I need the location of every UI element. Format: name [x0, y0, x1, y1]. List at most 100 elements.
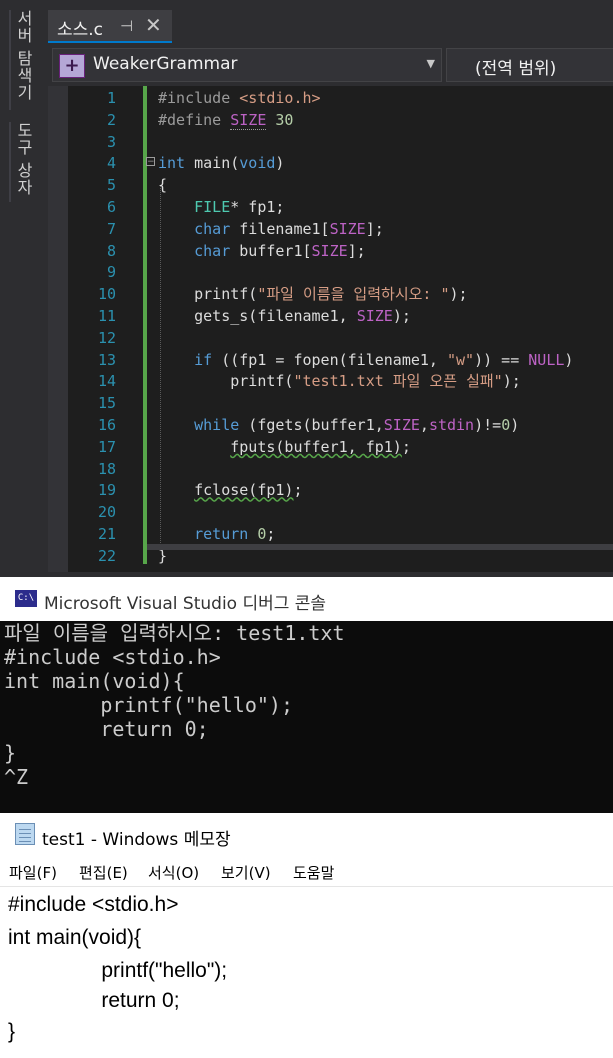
console-line: printf("hello"); [4, 693, 293, 717]
code-text: while (fgets(buffer1,SIZE,stdin)!=0) [194, 416, 520, 434]
notepad-line: } [8, 1020, 16, 1043]
code-line[interactable]: 4 int main(void) − [48, 152, 613, 174]
notepad-titlebar: test1 - Windows 메모장 [0, 813, 613, 857]
collapse-icon[interactable]: − [146, 157, 155, 167]
code-line[interactable]: 6 FILE* fp1; [48, 196, 613, 218]
code-text: FILE* fp1; [194, 198, 285, 216]
code-text: { [158, 176, 168, 195]
code-line[interactable]: 9 [48, 261, 613, 283]
code-text: if ((fp1 = fopen(filename1, "w")) == NUL… [194, 350, 574, 369]
code-text: char buffer1[SIZE]; [194, 241, 366, 260]
code-text: #include <stdio.h> [158, 89, 321, 107]
document-tab-source-c[interactable]: 소스.c ⊣ ✕ [48, 10, 172, 43]
console-output: 파일 이름을 입력하시오: test1.txt #include <stdio.… [0, 621, 613, 813]
navigation-bar: + WeakerGrammar ▼ (전역 범위) [48, 45, 613, 85]
code-line[interactable]: 7 char filename1[SIZE]; [48, 218, 613, 240]
line-number: 1 [106, 89, 116, 107]
code-text: int main(void) [158, 154, 285, 173]
line-number: 3 [106, 132, 116, 151]
code-text: #define SIZE 30 [158, 110, 294, 130]
code-line[interactable]: 3 [48, 131, 613, 153]
console-line: 파일 이름을 입력하시오: test1.txt [4, 621, 345, 645]
console-line: #include <stdio.h> [4, 645, 221, 669]
console-title: Microsoft Visual Studio 디버그 콘솔 [44, 594, 327, 614]
line-number: 12 [97, 328, 116, 347]
notepad-line: int main(void){ [8, 926, 142, 949]
chevron-down-icon: ▼ [426, 57, 435, 70]
code-line[interactable]: 11 gets_s(filename1, SIZE); [48, 305, 613, 327]
line-number: 21 [97, 525, 116, 543]
line-number: 22 [97, 546, 116, 565]
line-number: 6 [106, 198, 116, 216]
horizontal-scrollbar[interactable] [147, 544, 613, 550]
code-text: gets_s(filename1, SIZE); [158, 307, 411, 325]
code-line[interactable]: 15 [48, 392, 613, 414]
notepad-line: return 0; [8, 989, 180, 1012]
notepad-menubar: 파일(F) 편집(E) 서식(O) 보기(V) 도움말 [0, 857, 613, 887]
menu-view[interactable]: 보기(V) [221, 862, 271, 883]
code-line[interactable]: 12 [48, 327, 613, 349]
code-text: fclose(fp1); [194, 481, 303, 500]
line-number: 14 [97, 372, 116, 391]
pin-icon[interactable]: ⊣ [120, 17, 133, 35]
project-dropdown-label: WeakerGrammar [93, 54, 238, 74]
line-number: 13 [97, 350, 116, 369]
console-line: ^Z [4, 765, 29, 789]
code-line[interactable]: 14 printf("test1.txt 파일 오픈 실패"); [48, 370, 613, 392]
code-line[interactable]: 5{ [48, 174, 613, 196]
line-number: 4 [106, 154, 116, 173]
notepad-text-area[interactable]: #include <stdio.h> int main(void){ print… [0, 887, 613, 1058]
line-number: 5 [106, 176, 116, 195]
code-text: fputs(buffer1, fp1); [230, 437, 411, 456]
notepad-icon [15, 823, 35, 845]
code-line[interactable]: 10 printf("파일 이름을 입력하시오: "); [48, 283, 613, 305]
server-explorer-tab[interactable]: 서버 탐색기 [9, 10, 35, 110]
code-editor[interactable]: 1 #include <stdio.h> 2 #define SIZE 30 3 4 int… [48, 86, 613, 572]
toolbox-tab[interactable]: 도구 상자 [9, 122, 35, 202]
code-text: return 0; [194, 525, 276, 543]
notepad-line: #include <stdio.h> [8, 893, 179, 916]
line-number: 17 [97, 437, 116, 456]
code-line[interactable]: 18 [48, 458, 613, 480]
side-tool-tabs: 서버 탐색기 도구 상자 [0, 0, 40, 577]
line-number: 2 [106, 110, 116, 129]
line-number: 9 [106, 263, 116, 282]
code-text: printf("파일 이름을 입력하시오: "); [158, 285, 468, 304]
code-line[interactable]: 20 [48, 501, 613, 523]
menu-file[interactable]: 파일(F) [9, 862, 57, 883]
menu-edit[interactable]: 편집(E) [79, 862, 128, 883]
console-line: return 0; [4, 717, 209, 741]
line-number: 7 [106, 219, 116, 238]
scope-dropdown[interactable]: (전역 범위) [446, 48, 613, 82]
line-number: 18 [97, 459, 116, 478]
console-line: } [4, 741, 17, 765]
code-text: printf("test1.txt 파일 오픈 실패"); [158, 372, 521, 391]
line-number: 15 [97, 394, 116, 413]
code-line[interactable]: 19 fclose(fp1); [48, 479, 613, 501]
notepad-title: test1 - Windows 메모장 [42, 830, 231, 850]
code-line[interactable]: 2 #define SIZE 30 [48, 109, 613, 131]
scope-dropdown-label: (전역 범위) [475, 59, 557, 79]
line-number: 16 [97, 416, 116, 434]
code-line[interactable]: 16 while (fgets(buffer1,SIZE,stdin)!=0) [48, 414, 613, 436]
project-icon: + [59, 54, 85, 78]
menu-format[interactable]: 서식(O) [148, 862, 199, 883]
line-number: 19 [97, 481, 116, 500]
line-number: 20 [97, 503, 116, 522]
line-number: 10 [97, 285, 116, 304]
project-dropdown[interactable]: + WeakerGrammar ▼ [52, 48, 442, 82]
code-line[interactable]: 17 fputs(buffer1, fp1); [48, 436, 613, 458]
console-app-icon: C:\ [15, 590, 37, 607]
document-tab-label: 소스.c [57, 20, 104, 40]
line-number: 8 [106, 241, 116, 260]
code-line[interactable]: 13 if ((fp1 = fopen(filename1, "w")) == … [48, 349, 613, 371]
code-line[interactable]: 21 return 0; [48, 523, 613, 545]
code-text: char filename1[SIZE]; [194, 219, 384, 238]
menu-help[interactable]: 도움말 [293, 862, 334, 883]
code-line[interactable]: 8 char buffer1[SIZE]; [48, 240, 613, 262]
console-line: int main(void){ [4, 669, 185, 693]
notepad-line: printf("hello"); [8, 959, 228, 982]
close-icon[interactable]: ✕ [145, 13, 162, 37]
console-titlebar: C:\ Microsoft Visual Studio 디버그 콘솔 [0, 577, 613, 621]
code-line[interactable]: 1 #include <stdio.h> [48, 87, 613, 109]
